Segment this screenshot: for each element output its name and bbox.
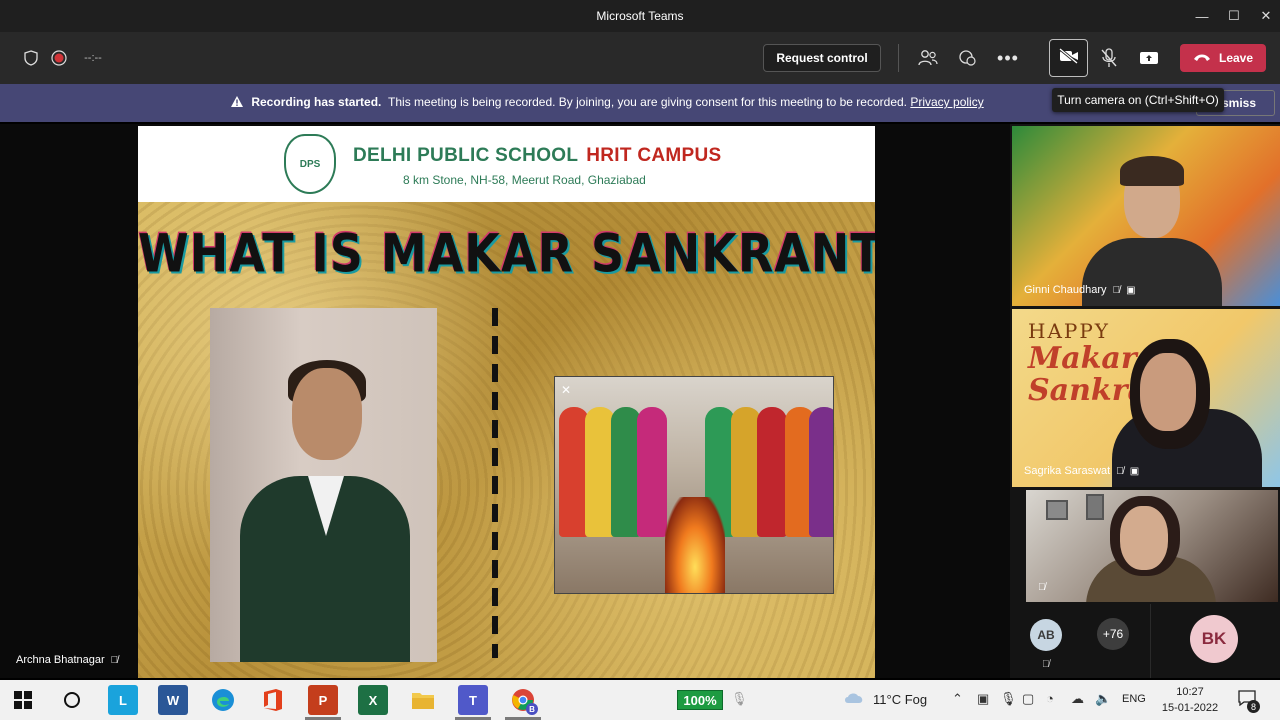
pin-icon: ▣ xyxy=(1129,465,1140,477)
network-icon[interactable]: ☁ xyxy=(1071,691,1084,707)
pin-icon: ▣ xyxy=(1126,284,1136,296)
recording-text: This meeting is being recorded. By joini… xyxy=(388,95,907,109)
warning-icon xyxy=(230,95,244,111)
dashed-divider xyxy=(492,308,498,658)
file-explorer-icon[interactable] xyxy=(408,685,438,715)
windows-taskbar: L W P X T B 100% 🎙 11°C Fog ⌃ ▣ 🎙 ▢ ◔ ☁ … xyxy=(0,680,1280,720)
school-campus-text: HRIT CAMPUS xyxy=(586,145,722,166)
volume-icon[interactable]: 🔈 xyxy=(1095,691,1111,707)
minimize-button[interactable]: — xyxy=(1184,0,1220,32)
school-address: 8 km Stone, NH-58, Meerut Road, Ghaziaba… xyxy=(403,173,646,187)
more-participants-button[interactable]: +76 xyxy=(1097,618,1129,650)
slide-title: WHAT IS MAKAR SANKRANTI? xyxy=(138,221,875,285)
participant-overflow: AB 🎙̸ +76 BK xyxy=(1010,604,1280,678)
camera-tooltip: Turn camera on (Ctrl+Shift+O) xyxy=(1052,88,1224,112)
tile-background-text: HAPPY xyxy=(1028,319,1111,343)
shield-icon[interactable] xyxy=(22,49,40,67)
mic-off-icon: 🎙̸ xyxy=(1116,465,1124,477)
record-icon xyxy=(50,49,68,67)
leave-button[interactable]: Leave xyxy=(1180,44,1266,72)
notification-count: 8 xyxy=(1247,700,1260,713)
powerpoint-icon[interactable]: P xyxy=(308,685,338,715)
participant-tile[interactable]: Ginni Chaudhary 🎙̸ ▣ xyxy=(1012,126,1280,306)
language-indicator[interactable]: ENG xyxy=(1122,693,1146,705)
window-title: Microsoft Teams xyxy=(596,9,684,23)
participant-tile[interactable]: 🎙̸ xyxy=(1026,490,1278,602)
school-name-text: DELHI PUBLIC SCHOOL xyxy=(353,145,579,166)
meeting-toolbar: --:-- Request control ••• Leave xyxy=(0,32,1280,84)
avatar[interactable]: AB xyxy=(1030,619,1062,651)
maximize-button[interactable]: ☐ xyxy=(1216,0,1252,32)
recording-title: Recording has started. xyxy=(251,95,382,109)
meeting-timer: --:-- xyxy=(84,52,102,64)
edge-icon[interactable] xyxy=(208,685,238,715)
lohri-celebration-image: ✕ xyxy=(554,376,834,594)
shared-slide: DPS DELHI PUBLIC SCHOOL HRIT CAMPUS 8 km … xyxy=(138,126,875,678)
microphone-icon[interactable]: 🎙 xyxy=(731,691,748,707)
excel-icon[interactable]: X xyxy=(358,685,388,715)
mic-off-icon: 🎙̸ xyxy=(110,654,119,666)
avatar-divider xyxy=(1150,604,1151,678)
date: 15-01-2022 xyxy=(1161,702,1219,714)
camera-off-icon xyxy=(1058,47,1079,69)
start-icon[interactable] xyxy=(8,685,38,715)
recording-message: Recording has started. This meeting is b… xyxy=(230,95,984,111)
zoom-level[interactable]: 100% xyxy=(677,690,723,710)
privacy-policy-link[interactable]: Privacy policy xyxy=(910,95,983,109)
participant-name: Sagrika Saraswat xyxy=(1024,465,1111,477)
weather-widget[interactable]: 11°C Fog xyxy=(843,691,927,708)
participant-name: Ginni Chaudhary xyxy=(1024,284,1107,296)
school-name: DELHI PUBLIC SCHOOL HRIT CAMPUS xyxy=(353,145,722,167)
toolbar-divider xyxy=(898,44,899,72)
office-icon[interactable] xyxy=(258,685,288,715)
wifi-icon[interactable]: ◔ xyxy=(1046,691,1054,706)
presenter-name-tag: Archna Bhatnagar 🎙̸ xyxy=(16,654,118,666)
request-control-button[interactable]: Request control xyxy=(763,44,881,72)
word-icon[interactable]: W xyxy=(158,685,188,715)
weather-text: 11°C Fog xyxy=(873,692,928,707)
more-icon[interactable]: ••• xyxy=(996,46,1020,70)
chrome-icon[interactable]: B xyxy=(508,685,538,715)
people-icon[interactable] xyxy=(916,46,940,70)
presenter-name: Archna Bhatnagar xyxy=(16,654,105,666)
mic-off-icon: 🎙̸ xyxy=(1038,582,1046,593)
phone-icon xyxy=(1193,51,1211,65)
mic-off-icon: 🎙̸ xyxy=(1112,284,1121,296)
window-title-bar: Microsoft Teams — ☐ ✕ xyxy=(0,0,1280,32)
fog-icon xyxy=(843,691,865,708)
clock[interactable]: 10:27 15-01-2022 xyxy=(1155,684,1225,716)
participant-gallery: Ginni Chaudhary 🎙̸ ▣ HAPPY Makar Sankra … xyxy=(1010,124,1280,678)
slide-header: DPS DELHI PUBLIC SCHOOL HRIT CAMPUS 8 km … xyxy=(138,126,875,202)
student-video-photo xyxy=(210,308,437,662)
shared-content-stage: DPS DELHI PUBLIC SCHOOL HRIT CAMPUS 8 km … xyxy=(0,124,1010,678)
profile-badge: B xyxy=(526,703,538,715)
participant-name-tag: Sagrika Saraswat 🎙̸ ▣ xyxy=(1024,465,1139,477)
tray-app-icon[interactable]: ▣ xyxy=(977,691,989,707)
search-icon[interactable] xyxy=(57,685,87,715)
microphone-icon[interactable]: 🎙 xyxy=(1000,691,1017,707)
leave-label: Leave xyxy=(1218,51,1254,65)
share-tray-icon[interactable] xyxy=(1137,46,1161,70)
chat-icon[interactable] xyxy=(956,46,980,70)
teams-icon[interactable]: T xyxy=(458,685,488,715)
close-window-button[interactable]: ✕ xyxy=(1248,0,1280,32)
camera-icon[interactable]: ▢ xyxy=(1022,691,1034,707)
participant-name-tag: Ginni Chaudhary 🎙̸ ▣ xyxy=(1024,284,1136,296)
camera-toggle-button[interactable] xyxy=(1049,39,1088,77)
close-icon: ✕ xyxy=(561,383,572,397)
mic-off-icon[interactable] xyxy=(1097,46,1121,70)
participant-tile[interactable]: HAPPY Makar Sankra Sagrika Saraswat 🎙̸ ▣ xyxy=(1012,309,1280,487)
l-app-icon[interactable]: L xyxy=(108,685,138,715)
self-avatar[interactable]: BK xyxy=(1190,615,1238,663)
chevron-up-icon[interactable]: ⌃ xyxy=(952,691,963,707)
mic-off-icon: 🎙̸ xyxy=(1042,659,1050,670)
school-logo: DPS xyxy=(284,134,336,194)
time: 10:27 xyxy=(1176,686,1204,698)
